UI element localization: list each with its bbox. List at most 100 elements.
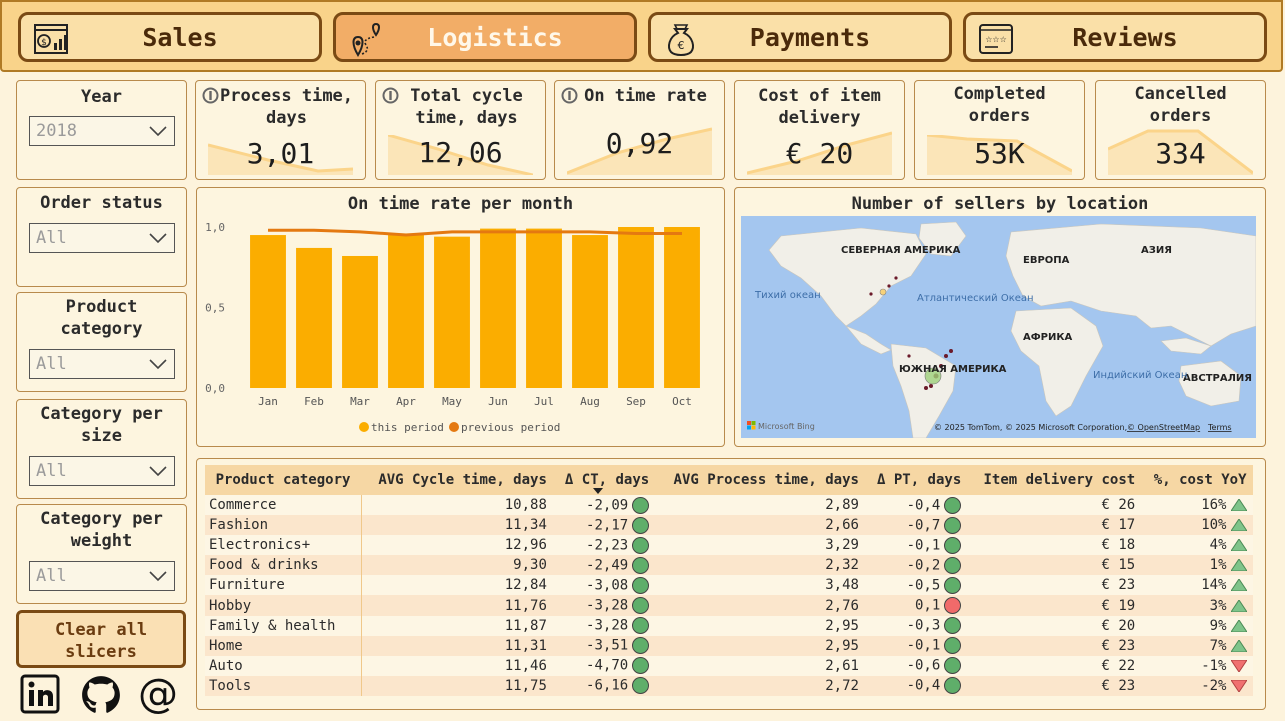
- status-dot-icon: [944, 617, 962, 635]
- email-at-icon[interactable]: @: [138, 674, 178, 714]
- cell-category: Home: [205, 635, 362, 656]
- cell-delta-ct: -3,51: [552, 635, 656, 656]
- cell-delta-ct-value: -2,49: [586, 557, 629, 574]
- trend-up-icon: [1230, 559, 1247, 572]
- bar-this-period: [388, 233, 424, 388]
- cell-process-time: 2,89: [655, 495, 865, 516]
- africa-shape: [1010, 307, 1104, 417]
- cell-cost-yoy: 16%: [1141, 495, 1253, 516]
- table-row[interactable]: Commerce 10,88 -2,09 2,89 -0,4 € 26 16%: [205, 495, 1253, 516]
- year-dropdown[interactable]: 2018: [29, 116, 175, 146]
- star-rating-icon: ☆☆☆: [979, 24, 1013, 54]
- table-row[interactable]: Auto 11,46 -4,70 2,61 -0,6 € 22 -1%: [205, 655, 1253, 676]
- trend-down-icon: [1230, 679, 1247, 692]
- cell-category: Auto: [205, 655, 362, 676]
- kpi-title: Process time, days: [219, 86, 354, 128]
- category-weight-slicer: Category per weight All: [16, 504, 187, 604]
- cell-cycle-time: 11,87: [361, 615, 553, 636]
- table-row[interactable]: Hobby 11,76 -3,28 2,76 0,1 € 19 3%: [205, 595, 1253, 616]
- clear-all-slicers-button[interactable]: Clear all slicers: [16, 610, 186, 668]
- col-header-cost-yoy[interactable]: %, cost YoY: [1141, 465, 1253, 495]
- status-dot-icon: [632, 617, 650, 635]
- cell-cycle-time: 11,46: [361, 655, 553, 676]
- status-dot-icon: [944, 516, 962, 534]
- table-row[interactable]: Family & health 11,87 -3,28 2,95 -0,3 € 20 9%: [205, 615, 1253, 636]
- table-row[interactable]: Fashion 11,34 -2,17 2,66 -0,7 € 17 10%: [205, 515, 1253, 536]
- world-map[interactable]: СЕВЕРНАЯ АМЕРИКА ЕВРОПА АЗИЯ АФРИКА ЮЖНА…: [741, 216, 1256, 438]
- cell-category: Food & drinks: [205, 555, 362, 576]
- table-row[interactable]: Home 11,31 -3,51 2,95 -0,1 € 23 7%: [205, 635, 1253, 656]
- seller-location-dot: [949, 349, 953, 353]
- cell-delta-pt: -0,6: [864, 655, 968, 676]
- product-category-slicer: Product category All: [16, 292, 187, 392]
- slicer-title: Product category: [60, 297, 143, 339]
- status-dot-icon: [944, 657, 962, 675]
- cell-delta-pt: -0,5: [864, 575, 968, 596]
- cell-cost-yoy-value: 1%: [1209, 557, 1227, 574]
- cell-delta-ct: -2,09: [552, 495, 656, 516]
- status-dot-icon: [632, 516, 650, 534]
- category-size-dropdown[interactable]: All: [29, 456, 175, 486]
- col-header-delta-pt[interactable]: Δ PT, days: [864, 465, 968, 495]
- nav-logistics-button[interactable]: Logistics: [333, 12, 637, 62]
- status-dot-icon: [632, 597, 650, 615]
- product-category-dropdown[interactable]: All: [29, 349, 175, 379]
- cell-delivery-cost: € 22: [967, 655, 1142, 676]
- col-header-process-time[interactable]: AVG Process time, days: [655, 465, 865, 495]
- dropdown-value: All: [36, 228, 67, 248]
- col-header-delta-ct[interactable]: Δ CT, days: [552, 465, 656, 495]
- cell-delta-ct-value: -4,70: [586, 657, 629, 674]
- status-dot-icon: [632, 556, 650, 574]
- kpi-title: Completed orders: [953, 84, 1046, 126]
- chevron-down-icon: [149, 233, 167, 244]
- seller-location-dot: [894, 276, 898, 280]
- y-tick-label: 0,5: [205, 302, 225, 315]
- map-label: Тихий океан: [754, 290, 821, 301]
- cell-delta-pt: -0,7: [864, 515, 968, 536]
- map-label: ЕВРОПА: [1023, 255, 1070, 266]
- dropdown-value: All: [36, 461, 67, 481]
- seller-location-dot: [907, 354, 911, 358]
- seller-location-dot: [887, 284, 891, 288]
- map-label: Атлантический Океан: [917, 293, 1034, 304]
- legend-this-period-marker: [359, 422, 369, 432]
- sellers-map-panel: Number of sellers by location СЕВЕРНАЯ А…: [734, 187, 1266, 447]
- category-weight-dropdown[interactable]: All: [29, 561, 175, 591]
- table-row[interactable]: Tools 11,75 -6,16 2,72 -0,4 € 23 -2%: [205, 675, 1253, 696]
- bar-this-period: [480, 228, 516, 388]
- x-tick-label: Jan: [258, 395, 278, 408]
- cell-cycle-time: 11,75: [361, 675, 553, 696]
- cell-cost-yoy-value: -1%: [1201, 657, 1227, 674]
- nav-payments-button[interactable]: € Payments: [648, 12, 952, 62]
- cell-delta-ct-value: -2,09: [586, 497, 629, 514]
- x-tick-label: Aug: [580, 395, 600, 408]
- table-row[interactable]: Electronics+ 12,96 -2,23 3,29 -0,1 € 18 4%: [205, 535, 1253, 556]
- kpi-process-time: Process time, days 3,01: [195, 80, 366, 180]
- cell-delta-ct: -3,08: [552, 575, 656, 596]
- sales-dashboard-icon: $: [34, 24, 68, 54]
- microsoft-logo: Microsoft Bing: [747, 421, 815, 431]
- kpi-completed-orders: Completed orders 53K: [914, 80, 1085, 180]
- nav-sales-button[interactable]: $ Sales: [18, 12, 322, 62]
- linkedin-icon[interactable]: [20, 674, 60, 714]
- nav-reviews-button[interactable]: ☆☆☆ Reviews: [963, 12, 1267, 62]
- table-row[interactable]: Food & drinks 9,30 -2,49 2,32 -0,2 € 15 1%: [205, 555, 1253, 576]
- github-icon[interactable]: [80, 674, 122, 716]
- cell-category: Commerce: [205, 495, 362, 516]
- kpi-value: 3,01: [246, 137, 315, 170]
- col-header-category[interactable]: Product category: [205, 465, 362, 495]
- kpi-total-cycle-time: Total cycle time, days 12,06: [375, 80, 546, 180]
- table-row[interactable]: Furniture 12,84 -3,08 3,48 -0,5 € 23 14%: [205, 575, 1253, 596]
- order-status-dropdown[interactable]: All: [29, 223, 175, 253]
- status-dot-icon: [632, 576, 650, 594]
- col-header-delivery-cost[interactable]: Item delivery cost: [967, 465, 1142, 495]
- kpi-on-time-rate: On time rate 0,92: [554, 80, 725, 180]
- status-dot-icon: [944, 637, 962, 655]
- cell-delta-pt-value: -0,4: [906, 677, 941, 694]
- cell-delta-ct-value: -6,16: [586, 677, 629, 694]
- cell-process-time: 3,48: [655, 575, 865, 596]
- slicer-title: Category per weight: [40, 509, 163, 551]
- cell-category: Electronics+: [205, 535, 362, 556]
- cell-process-time: 2,95: [655, 635, 865, 656]
- col-header-cycle-time[interactable]: AVG Cycle time, days: [361, 465, 553, 495]
